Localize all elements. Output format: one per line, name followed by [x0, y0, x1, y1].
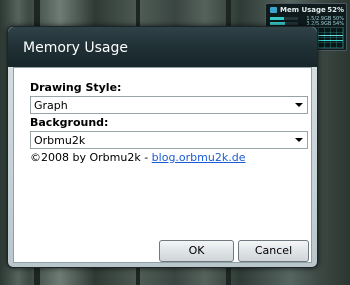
- background-label: Background:: [30, 116, 109, 129]
- dialog-content: Drawing Style: Graph Background: Orbmu2k…: [13, 67, 312, 263]
- blog-link[interactable]: blog.orbmu2k.de: [152, 151, 246, 164]
- copyright-line: ©2008 by Orbmu2k - blog.orbmu2k.de: [30, 151, 245, 164]
- drawing-style-value: Graph: [34, 99, 68, 112]
- gadget-percent: 52%: [327, 6, 344, 14]
- drawing-style-label: Drawing Style:: [30, 81, 122, 94]
- background-value: Orbmu2k: [34, 134, 86, 147]
- background-select[interactable]: Orbmu2k: [30, 131, 308, 149]
- settings-dialog: Memory Usage Drawing Style: Graph Backgr…: [7, 26, 318, 268]
- dialog-titlebar[interactable]: Memory Usage: [8, 27, 317, 67]
- progress-bar: [270, 17, 298, 20]
- memory-icon: [270, 7, 277, 13]
- drawing-style-select[interactable]: Graph: [30, 96, 308, 114]
- gadget-header: Mem Usage 52%: [270, 5, 344, 15]
- chevron-down-icon: [295, 138, 303, 142]
- progress-fill: [270, 17, 284, 20]
- copyright-text: ©2008 by Orbmu2k -: [30, 151, 152, 164]
- dialog-title: Memory Usage: [23, 40, 129, 56]
- chevron-down-icon: [295, 103, 303, 107]
- progress-fill: [270, 22, 286, 25]
- gadget-title: Mem Usage: [280, 6, 326, 14]
- progress-bar: [270, 22, 298, 25]
- ok-button[interactable]: OK: [159, 240, 234, 262]
- cancel-button[interactable]: Cancel: [238, 240, 309, 262]
